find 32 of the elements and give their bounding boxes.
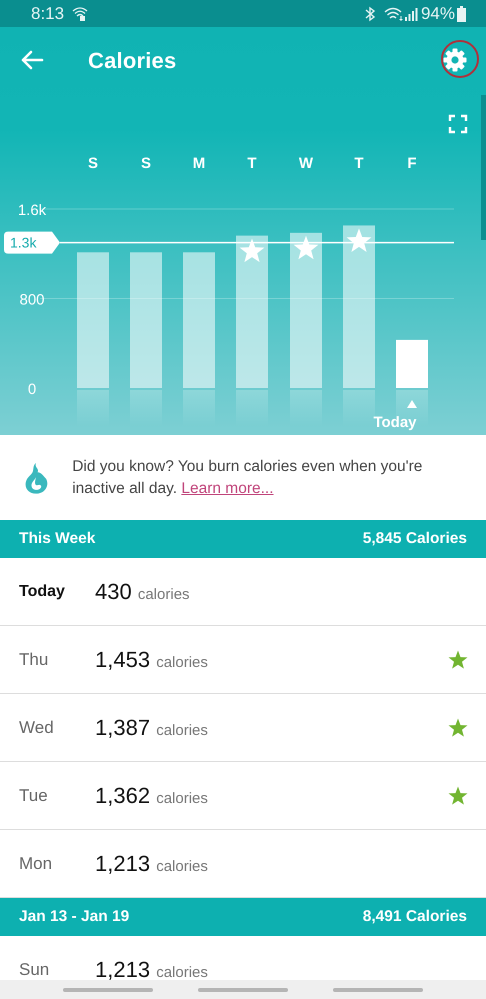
day-name: Tue — [19, 786, 49, 806]
calorie-value: 1,362 calories — [95, 782, 209, 808]
ref-line-label: 1.3k — [10, 234, 38, 251]
week-total: 5,845 Calories — [362, 530, 467, 548]
status-time: 8:13 — [31, 4, 64, 24]
day-label: S — [88, 155, 98, 172]
y-axis-label: 0 — [28, 381, 36, 398]
screen-title: Calories — [88, 48, 178, 74]
day-label: M — [192, 155, 206, 172]
day-label: F — [407, 155, 417, 172]
calorie-value: 430 calories — [95, 578, 191, 604]
day-label: W — [298, 155, 314, 172]
calorie-value: 1,387 calories — [95, 714, 209, 740]
week-title: Jan 13 - Jan 19 — [19, 908, 130, 926]
calorie-value: 1,213 calories — [95, 850, 209, 876]
calorie-value: 1,213 calories — [95, 956, 209, 982]
goal-label: 1.3k — [4, 232, 60, 254]
day-label: S — [141, 155, 151, 172]
day-name: Sun — [19, 960, 50, 980]
day-name: Wed — [19, 718, 55, 738]
day-name: Today — [19, 582, 66, 600]
day-label: T — [354, 155, 364, 172]
week-title: This Week — [19, 530, 96, 548]
battery-percent: 94% — [420, 4, 455, 24]
calorie-value: 1,453 calories — [95, 646, 209, 672]
tip-text: Did you know? You burn calories even when you're inactive all day. Learn more... — [72, 456, 424, 498]
week-total: 8,491 Calories — [362, 908, 467, 926]
y-axis-label: 1.6k — [18, 202, 46, 219]
day-name: Mon — [19, 854, 54, 874]
day-label: T — [247, 155, 257, 172]
day-name: Thu — [19, 650, 50, 670]
y-axis-label: 800 — [19, 292, 45, 308]
